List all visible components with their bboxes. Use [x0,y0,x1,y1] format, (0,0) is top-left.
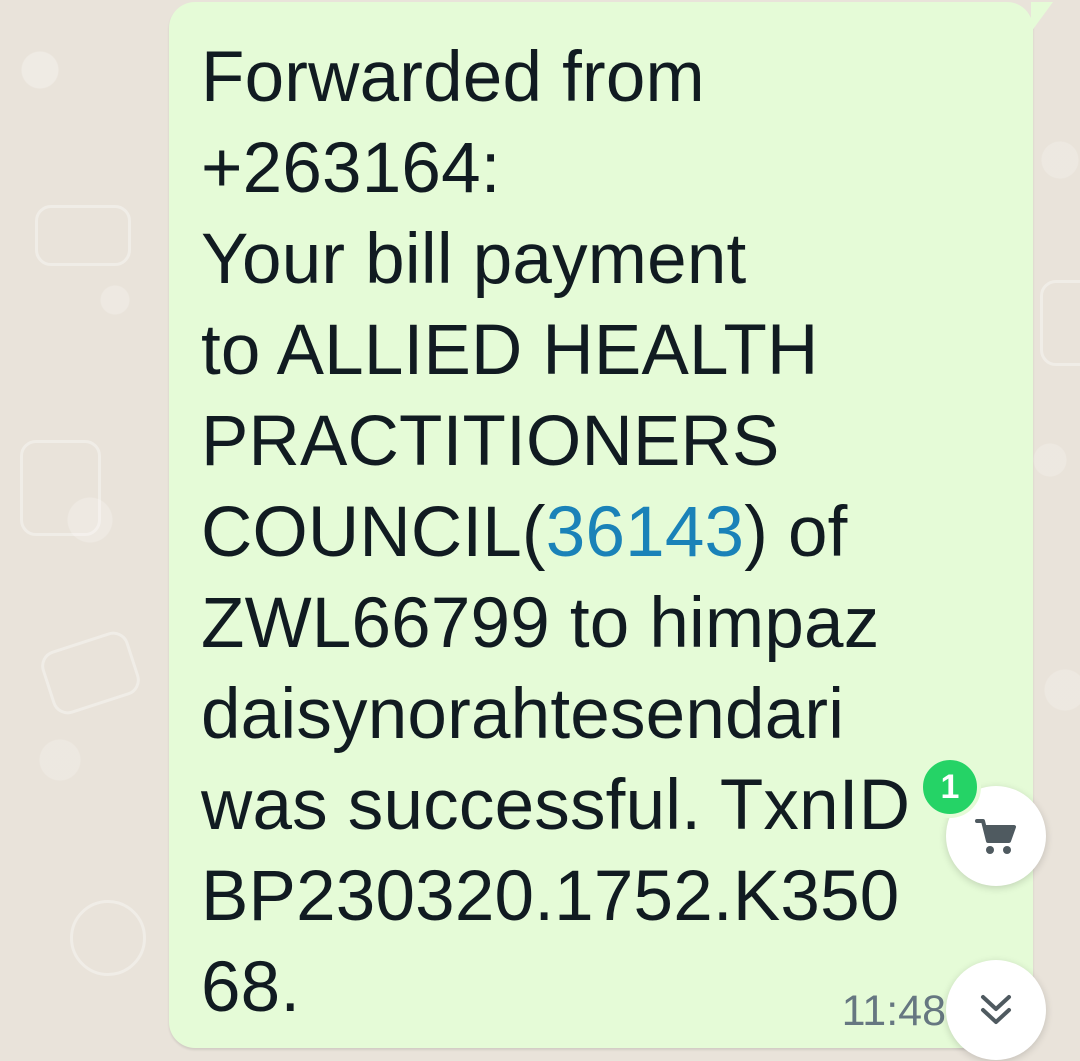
wallpaper-doodle-box [20,440,101,536]
wallpaper-doodle-envelope [35,205,131,266]
message-line-8: daisynorahtesendari [201,675,845,754]
message-line-10: BP230320.1752.K350 [201,857,900,936]
message-line-6: COUNCIL(36143) of [201,487,1001,578]
wallpaper-doodle-right [1040,280,1080,366]
cart-count-badge: 1 [919,756,981,818]
phone-number-link[interactable]: 36143 [546,493,744,572]
message-line-6-suffix: ) of [744,493,848,572]
wallpaper-doodle-phone [70,900,146,976]
wallpaper-doodle-card [37,627,144,719]
message-timestamp: 11:48 [841,987,946,1035]
message-line-3: Your bill payment [201,220,747,299]
message-line-7: ZWL66799 to himpaz [201,584,880,663]
message-line-9: was successful. TxnID [201,766,911,845]
message-line-1: Forwarded from [201,38,705,117]
message-bubble[interactable]: Forwarded from +263164: Your bill paymen… [169,2,1053,1048]
double-chevron-down-icon [975,993,1017,1027]
shopping-cart-icon [974,816,1018,856]
message-line-5: PRACTITIONERS [201,402,780,481]
message-text: Forwarded from +263164: Your bill paymen… [201,32,1001,1033]
message-line-4: to ALLIED HEALTH [201,311,819,390]
message-line-6-prefix: COUNCIL( [201,493,546,572]
scroll-to-bottom-button[interactable] [946,960,1046,1060]
message-line-2: +263164: [201,129,501,208]
